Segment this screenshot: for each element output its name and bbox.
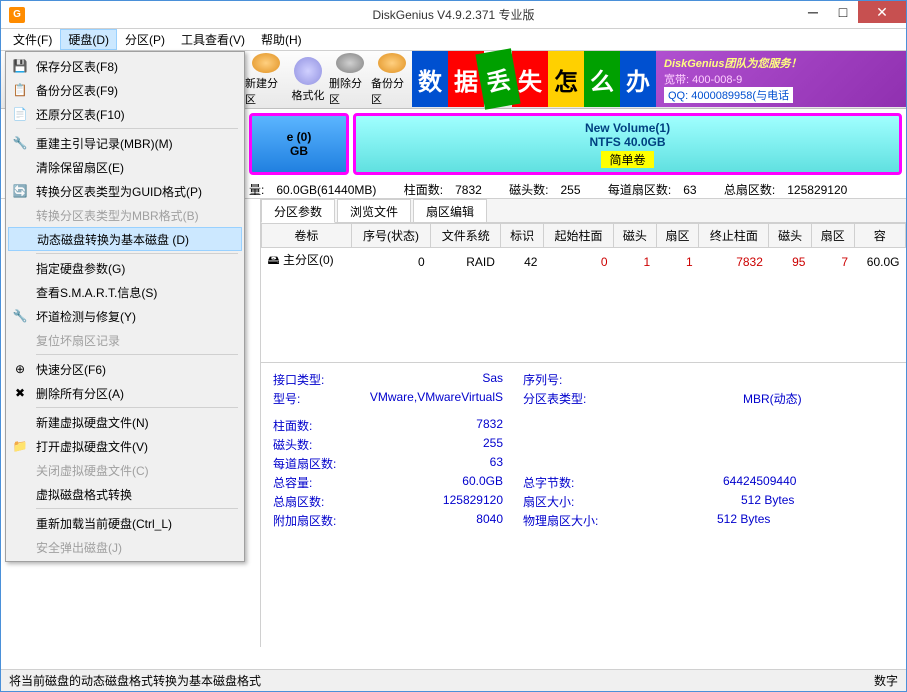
menu-help[interactable]: 帮助(H) xyxy=(253,29,310,50)
menu-icon: 🔄 xyxy=(12,183,28,199)
partition-icon: 🖴 xyxy=(268,253,283,267)
tab-sector-edit[interactable]: 扇区编辑 xyxy=(413,199,487,222)
ad-banner: 数 据 丢 失 怎 么 办 DiskGenius团队为您服务！ 宽带: 400-… xyxy=(412,51,906,107)
menu-label: 虚拟磁盘格式转换 xyxy=(36,486,132,503)
menu-item: 关闭虚拟硬盘文件(C) xyxy=(8,458,242,482)
tool-format[interactable]: 格式化 xyxy=(287,53,329,107)
menu-label: 动态磁盘转换为基本磁盘 (D) xyxy=(37,231,189,248)
menu-item: 复位坏扇区记录 xyxy=(8,328,242,352)
menu-item[interactable]: 📁 打开虚拟硬盘文件(V) xyxy=(8,434,242,458)
statusbar: 将当前磁盘的动态磁盘格式转换为基本磁盘格式 数字 xyxy=(1,669,906,691)
menu-item[interactable]: ⊕ 快速分区(F6) xyxy=(8,357,242,381)
disk-menu-dropdown: 💾 保存分区表(F8) 📋 备份分区表(F9) 📄 还原分区表(F10) 🔧 重建主引导记录(… xyxy=(5,51,245,562)
app-icon: G xyxy=(9,7,25,23)
menubar: 文件(F) 硬盘(D) 分区(P) 工具查看(V) 帮助(H) xyxy=(1,29,906,51)
table-row[interactable]: 🖴 主分区(0) 0 RAID 42 0 1 1 7832 95 7 60.0G xyxy=(262,248,906,276)
status-mode: 数字 xyxy=(874,672,898,689)
menu-icon: ⊕ xyxy=(12,361,28,377)
menu-label: 查看S.M.A.R.T.信息(S) xyxy=(36,284,157,301)
menu-icon: 📄 xyxy=(12,106,28,122)
window-title: DiskGenius V4.9.2.371 专业版 xyxy=(372,6,534,23)
menu-label: 新建虚拟硬盘文件(N) xyxy=(36,414,149,431)
menu-item[interactable]: ✖ 删除所有分区(A) xyxy=(8,381,242,405)
menu-item[interactable]: 清除保留扇区(E) xyxy=(8,155,242,179)
menu-label: 复位坏扇区记录 xyxy=(36,332,120,349)
menu-item[interactable]: 🔄 转换分区表类型为GUID格式(P) xyxy=(8,179,242,203)
tab-partition-params[interactable]: 分区参数 xyxy=(261,199,335,223)
maximize-button[interactable]: □ xyxy=(828,1,858,23)
menu-icon: 🔧 xyxy=(12,308,28,324)
menu-item: 转换分区表类型为MBR格式(B) xyxy=(8,203,242,227)
disk-detail: 接口类型:Sas序列号: 型号:VMware,VMwareVirtualS分区表… xyxy=(261,363,906,647)
menu-icon: 📋 xyxy=(12,82,28,98)
partition-table: 卷标 序号(状态) 文件系统 标识 起始柱面 磁头 扇区 终止柱面 磁头 扇区 … xyxy=(261,223,906,363)
menu-partition[interactable]: 分区(P) xyxy=(117,29,173,50)
menu-label: 清除保留扇区(E) xyxy=(36,159,124,176)
trash-icon xyxy=(336,53,364,73)
tabs: 分区参数 浏览文件 扇区编辑 xyxy=(261,199,906,223)
tool-new-partition[interactable]: 新建分区 xyxy=(245,53,287,107)
menu-item[interactable]: 💾 保存分区表(F8) xyxy=(8,54,242,78)
titlebar: G DiskGenius V4.9.2.371 专业版 ─ □ ✕ xyxy=(1,1,906,29)
close-button[interactable]: ✕ xyxy=(858,1,906,23)
menu-item[interactable]: 新建虚拟硬盘文件(N) xyxy=(8,410,242,434)
menu-label: 打开虚拟硬盘文件(V) xyxy=(36,438,148,455)
status-text: 将当前磁盘的动态磁盘格式转换为基本磁盘格式 xyxy=(9,672,261,689)
menu-icon: ✖ xyxy=(12,385,28,401)
menu-item[interactable]: 📋 备份分区表(F9) xyxy=(8,78,242,102)
menu-label: 安全弹出磁盘(J) xyxy=(36,539,122,556)
menu-label: 指定硬盘参数(G) xyxy=(36,260,125,277)
menu-file[interactable]: 文件(F) xyxy=(5,29,60,50)
menu-disk[interactable]: 硬盘(D) xyxy=(60,29,117,50)
menu-label: 重建主引导记录(MBR)(M) xyxy=(36,135,173,152)
menu-label: 关闭虚拟硬盘文件(C) xyxy=(36,462,149,479)
menu-label: 删除所有分区(A) xyxy=(36,385,124,402)
menu-item[interactable]: 指定硬盘参数(G) xyxy=(8,256,242,280)
menu-label: 转换分区表类型为MBR格式(B) xyxy=(36,207,199,224)
menu-item: 安全弹出磁盘(J) xyxy=(8,535,242,559)
menu-icon: 🔧 xyxy=(12,135,28,151)
disc-icon xyxy=(252,53,280,73)
partition-block-1[interactable]: New Volume(1) NTFS 40.0GB 简单卷 xyxy=(353,113,902,175)
disc-icon xyxy=(294,57,322,85)
tab-browse-files[interactable]: 浏览文件 xyxy=(337,199,411,222)
menu-item[interactable]: 虚拟磁盘格式转换 xyxy=(8,482,242,506)
minimize-button[interactable]: ─ xyxy=(798,1,828,23)
menu-item[interactable]: 查看S.M.A.R.T.信息(S) xyxy=(8,280,242,304)
menu-item[interactable]: 动态磁盘转换为基本磁盘 (D) xyxy=(8,227,242,251)
tool-delete[interactable]: 删除分区 xyxy=(329,53,371,107)
menu-label: 备份分区表(F9) xyxy=(36,82,118,99)
menu-label: 还原分区表(F10) xyxy=(36,106,125,123)
disc-icon xyxy=(378,53,406,73)
menu-icon: 💾 xyxy=(12,58,28,74)
menu-item[interactable]: 📄 还原分区表(F10) xyxy=(8,102,242,126)
menu-label: 快速分区(F6) xyxy=(36,361,106,378)
menu-item[interactable]: 🔧 重建主引导记录(MBR)(M) xyxy=(8,131,242,155)
menu-label: 重新加载当前硬盘(Ctrl_L) xyxy=(36,515,172,532)
menu-item[interactable]: 重新加载当前硬盘(Ctrl_L) xyxy=(8,511,242,535)
tool-backup[interactable]: 备份分区 xyxy=(371,53,413,107)
menu-label: 保存分区表(F8) xyxy=(36,58,118,75)
menu-item[interactable]: 🔧 坏道检测与修复(Y) xyxy=(8,304,242,328)
menu-tools[interactable]: 工具查看(V) xyxy=(173,29,253,50)
menu-icon: 📁 xyxy=(12,438,28,454)
menu-label: 转换分区表类型为GUID格式(P) xyxy=(36,183,202,200)
menu-label: 坏道检测与修复(Y) xyxy=(36,308,136,325)
partition-block-0[interactable]: e (0) GB xyxy=(249,113,349,175)
